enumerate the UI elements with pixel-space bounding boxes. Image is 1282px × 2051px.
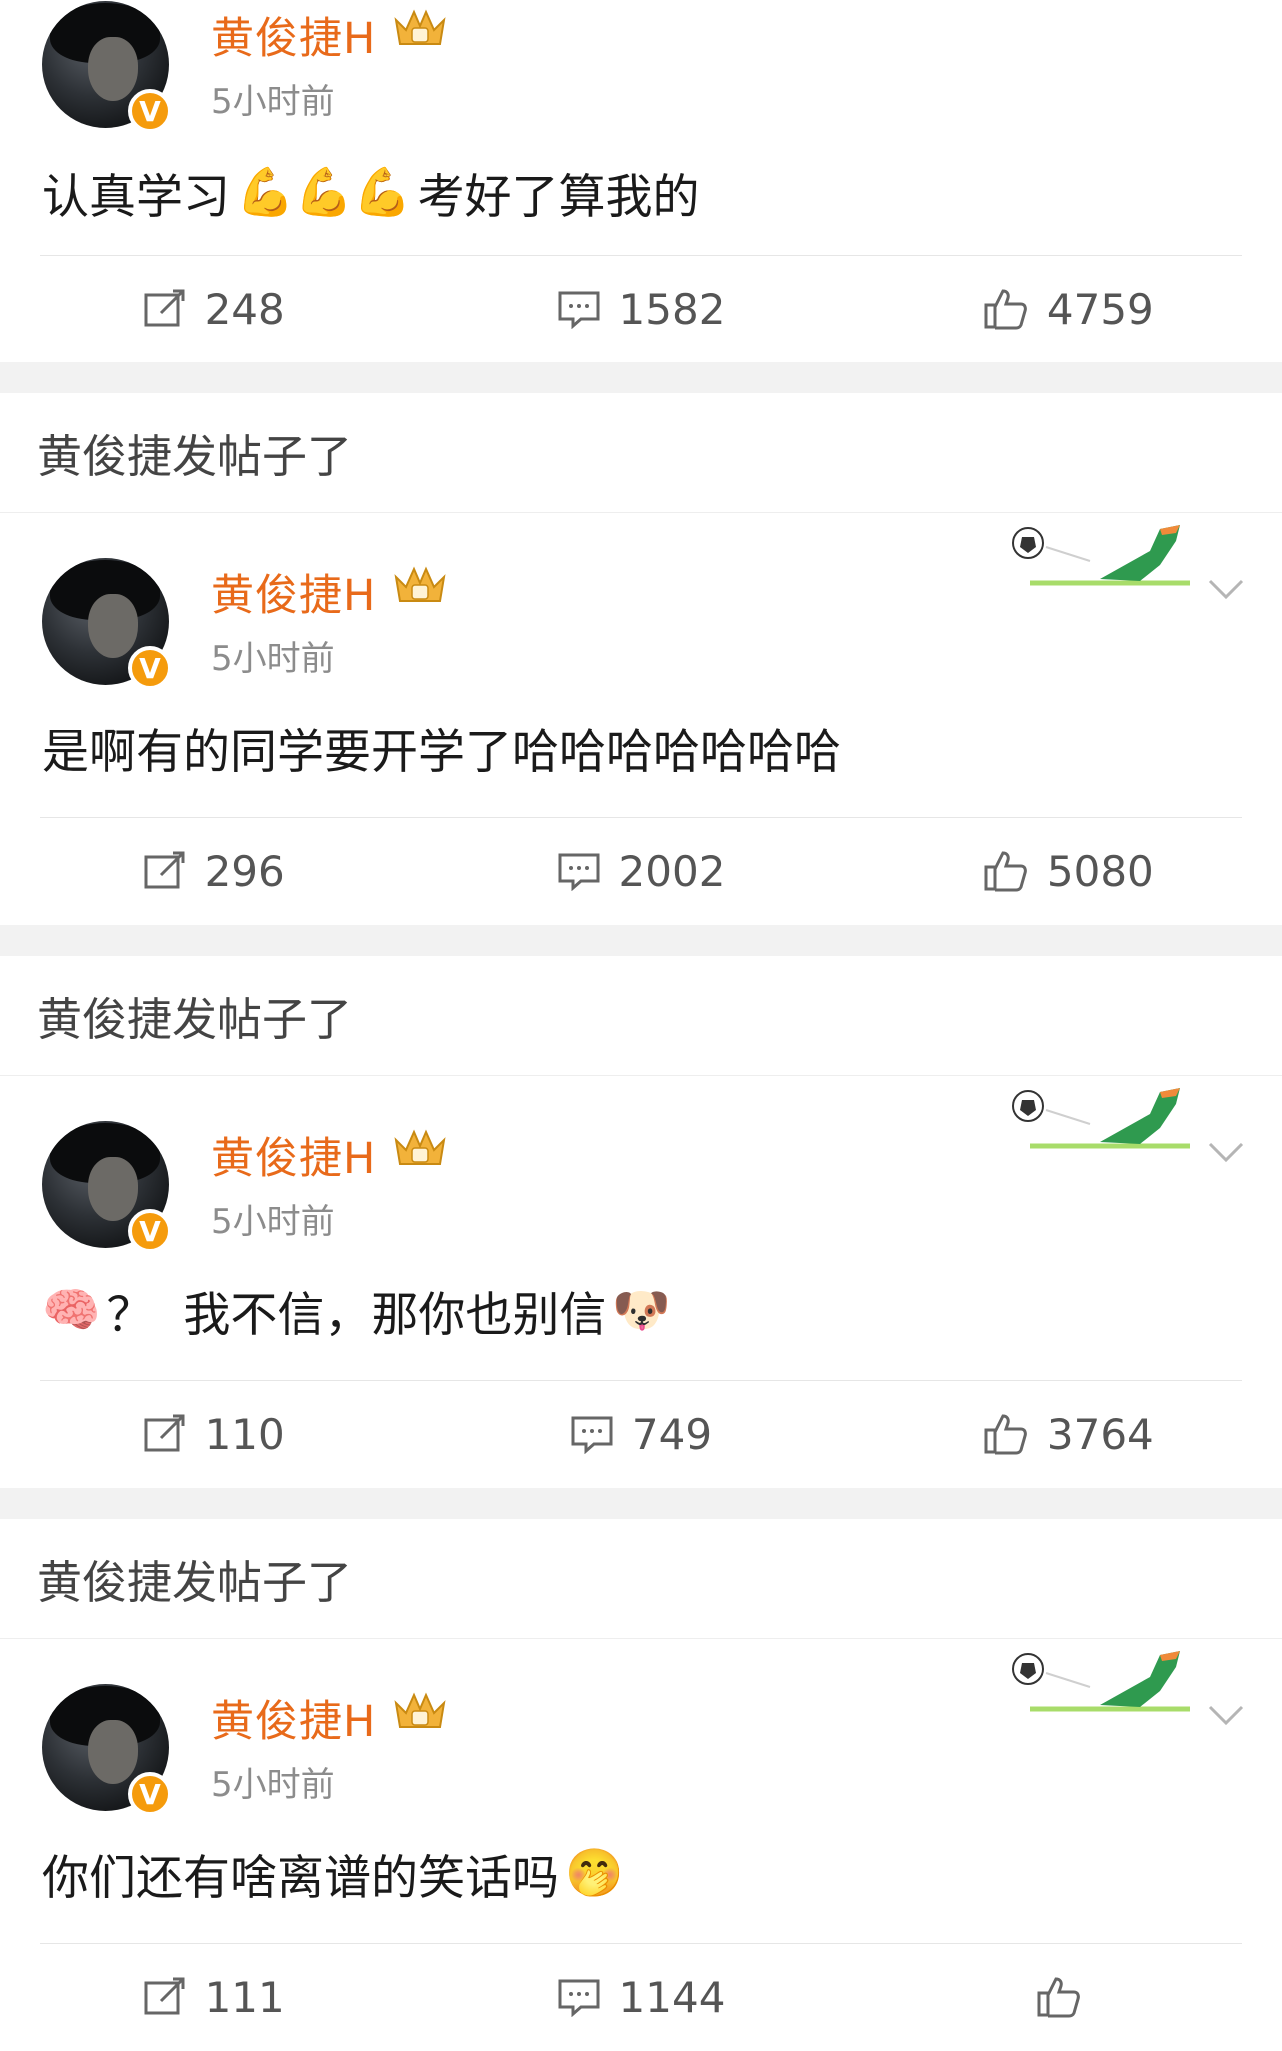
action-bar: 296 2002 5080 — [0, 817, 1282, 925]
like-icon — [984, 851, 1027, 892]
post-time: 5小时前 — [211, 82, 335, 122]
section-header: 黄俊捷发帖子了 — [0, 956, 1282, 1076]
like-button[interactable]: 4759 — [855, 285, 1282, 334]
verified-badge-icon: V — [128, 1772, 172, 1816]
verified-badge-icon: V — [128, 646, 172, 690]
action-bar: 110 749 3764 — [0, 1380, 1282, 1488]
football-kick-icon — [1000, 0, 1200, 36]
action-bar: 111 1144 — [0, 1943, 1282, 2051]
comment-count: 749 — [631, 1409, 713, 1459]
chevron-down-icon[interactable] — [1206, 1699, 1246, 1729]
comment-icon — [558, 1979, 600, 2017]
chevron-down-icon[interactable] — [1206, 1136, 1246, 1166]
repost-icon — [144, 289, 185, 327]
crown-badge-icon — [394, 1692, 446, 1728]
comment-button[interactable]: 1144 — [427, 1973, 854, 2022]
repost-button[interactable]: 111 — [0, 1973, 427, 2022]
repost-count: 248 — [204, 284, 285, 334]
comment-button[interactable]: 2002 — [427, 847, 854, 896]
muscle-emoji-icon: 💪💪💪 — [236, 165, 412, 220]
football-kick-icon — [1012, 1651, 1190, 1712]
football-kick-icon — [1012, 1088, 1190, 1149]
like-button[interactable]: 3764 — [855, 1410, 1282, 1459]
like-count: 3764 — [1046, 1409, 1154, 1459]
post-text-segment: 考好了算我的 — [417, 170, 700, 225]
doge-emoji-icon: 🐶 — [612, 1283, 671, 1338]
repost-button[interactable]: 296 — [0, 847, 427, 896]
like-button[interactable] — [855, 1975, 1282, 2019]
repost-count: 111 — [204, 1972, 285, 2022]
like-icon — [1037, 1977, 1081, 2018]
comment-icon — [558, 291, 600, 329]
post-text-segment: 你们还有啥离谱的笑话吗 — [42, 1851, 559, 1906]
football-kick-icon — [1012, 525, 1190, 586]
comment-button[interactable]: 1582 — [427, 285, 854, 334]
post-header: V 黄俊捷H 5小时前 — [0, 0, 1282, 133]
post-header: V 黄俊捷H 5小时前 — [0, 1639, 1282, 1816]
comment-icon — [558, 853, 600, 891]
repost-count: 110 — [204, 1409, 285, 1459]
like-count: 4759 — [1046, 284, 1154, 334]
username[interactable]: 黄俊捷H — [211, 561, 376, 623]
repost-icon — [144, 1977, 185, 2015]
post-text-segment: 是啊有的同学要开学了哈哈哈哈哈哈哈 — [42, 725, 841, 780]
chevron-down-icon[interactable] — [1206, 573, 1246, 603]
like-icon — [984, 1414, 1027, 1455]
username[interactable]: 黄俊捷H — [211, 1687, 376, 1749]
comment-count: 2002 — [618, 846, 726, 896]
separator — [0, 925, 1282, 956]
repost-icon — [144, 1414, 185, 1452]
section-header: 黄俊捷发帖子了 — [0, 393, 1282, 513]
action-bar: 248 1582 4759 — [0, 255, 1282, 363]
section-header: 黄俊捷发帖子了 — [0, 1519, 1282, 1639]
separator — [0, 362, 1282, 393]
post-time: 5小时前 — [211, 1202, 335, 1242]
separator — [0, 1488, 1282, 1519]
like-button[interactable]: 5080 — [855, 847, 1282, 896]
post-card[interactable]: V 黄俊捷H 5小时前 是啊有的同学要开学了哈哈哈哈哈哈哈 296 2002 5… — [0, 513, 1282, 925]
giggle-emoji-icon: 🤭 — [565, 1846, 624, 1901]
like-count: 5080 — [1046, 846, 1154, 896]
username[interactable]: 黄俊捷H — [211, 4, 376, 66]
repost-button[interactable]: 110 — [0, 1410, 427, 1459]
post-card[interactable]: V 黄俊捷H 5小时前 认真学习 💪💪💪 考好了算我的 248 1582 475… — [0, 0, 1282, 362]
feed: V 黄俊捷H 5小时前 认真学习 💪💪💪 考好了算我的 248 1582 475… — [0, 0, 1282, 2051]
comment-button[interactable]: 749 — [427, 1410, 854, 1459]
post-header: V 黄俊捷H 5小时前 — [0, 513, 1282, 690]
post-text: 认真学习 💪💪💪 考好了算我的 — [42, 158, 700, 227]
crown-badge-icon — [394, 9, 446, 45]
comment-count: 1582 — [618, 284, 726, 334]
post-text: 🧠 ？ 我不信，那你也别信 🐶 — [42, 1276, 677, 1345]
crown-badge-icon — [394, 1129, 446, 1165]
post-card[interactable]: V 黄俊捷H 5小时前 🧠 ？ 我不信，那你也别信 🐶 110 749 3764 — [0, 1076, 1282, 1488]
repost-count: 296 — [204, 846, 285, 896]
post-text: 是啊有的同学要开学了哈哈哈哈哈哈哈 — [42, 713, 841, 782]
post-time: 5小时前 — [211, 639, 335, 679]
verified-badge-icon: V — [128, 1209, 172, 1253]
post-text-segment: 认真学习 — [42, 170, 230, 225]
post-time: 5小时前 — [211, 1765, 335, 1805]
comment-icon — [571, 1416, 613, 1454]
comment-count: 1144 — [618, 1972, 726, 2022]
brain-emoji-icon: 🧠 — [42, 1283, 101, 1338]
repost-button[interactable]: 248 — [0, 285, 427, 334]
username[interactable]: 黄俊捷H — [211, 1124, 376, 1186]
post-text: 你们还有啥离谱的笑话吗 🤭 — [42, 1839, 630, 1908]
repost-icon — [144, 851, 185, 889]
crown-badge-icon — [394, 566, 446, 602]
post-header: V 黄俊捷H 5小时前 — [0, 1076, 1282, 1253]
like-icon — [984, 289, 1027, 330]
post-text-segment: ？ 我不信，那你也别信 — [106, 1288, 607, 1343]
verified-badge-icon: V — [128, 89, 172, 133]
post-card[interactable]: V 黄俊捷H 5小时前 你们还有啥离谱的笑话吗 🤭 111 1144 — [0, 1639, 1282, 2051]
